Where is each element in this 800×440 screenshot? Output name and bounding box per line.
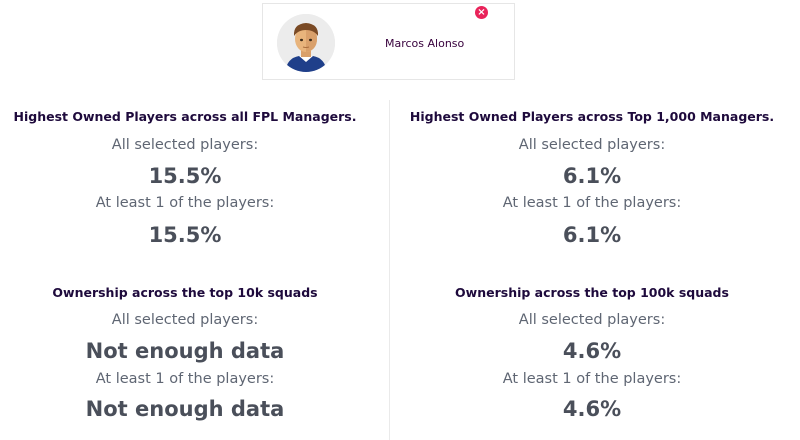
all-selected-label: All selected players: — [518, 312, 666, 328]
panel-top-10k-squads: Ownership across the top 10k squads All … — [0, 260, 370, 440]
all-selected-value: Not enough data — [85, 339, 285, 363]
panel-title: Ownership across the top 100k squads — [455, 285, 729, 300]
at-least-one-value: Not enough data — [85, 397, 285, 421]
at-least-one-label: At least 1 of the players: — [95, 371, 275, 387]
all-selected-label: All selected players: — [518, 137, 666, 153]
at-least-one-label: At least 1 of the players: — [502, 195, 682, 211]
panel-title: Highest Owned Players across all FPL Man… — [13, 109, 357, 124]
at-least-one-label: At least 1 of the players: — [95, 195, 275, 211]
at-least-one-value: 4.6% — [562, 397, 622, 421]
panel-top-1000-managers: Highest Owned Players across Top 1,000 M… — [400, 0, 784, 260]
at-least-one-value: 15.5% — [148, 223, 222, 247]
all-selected-label: All selected players: — [111, 137, 259, 153]
all-selected-value: 15.5% — [148, 164, 222, 188]
all-selected-label: All selected players: — [111, 312, 259, 328]
all-selected-value: 4.6% — [562, 339, 622, 363]
all-selected-value: 6.1% — [562, 164, 622, 188]
column-divider — [389, 100, 390, 440]
at-least-one-label: At least 1 of the players: — [502, 371, 682, 387]
panel-title: Highest Owned Players across Top 1,000 M… — [409, 109, 775, 124]
panel-all-fpl-managers: Highest Owned Players across all FPL Man… — [0, 0, 370, 260]
panel-title: Ownership across the top 10k squads — [52, 285, 318, 300]
at-least-one-value: 6.1% — [562, 223, 622, 247]
panel-top-100k-squads: Ownership across the top 100k squads All… — [400, 260, 784, 440]
